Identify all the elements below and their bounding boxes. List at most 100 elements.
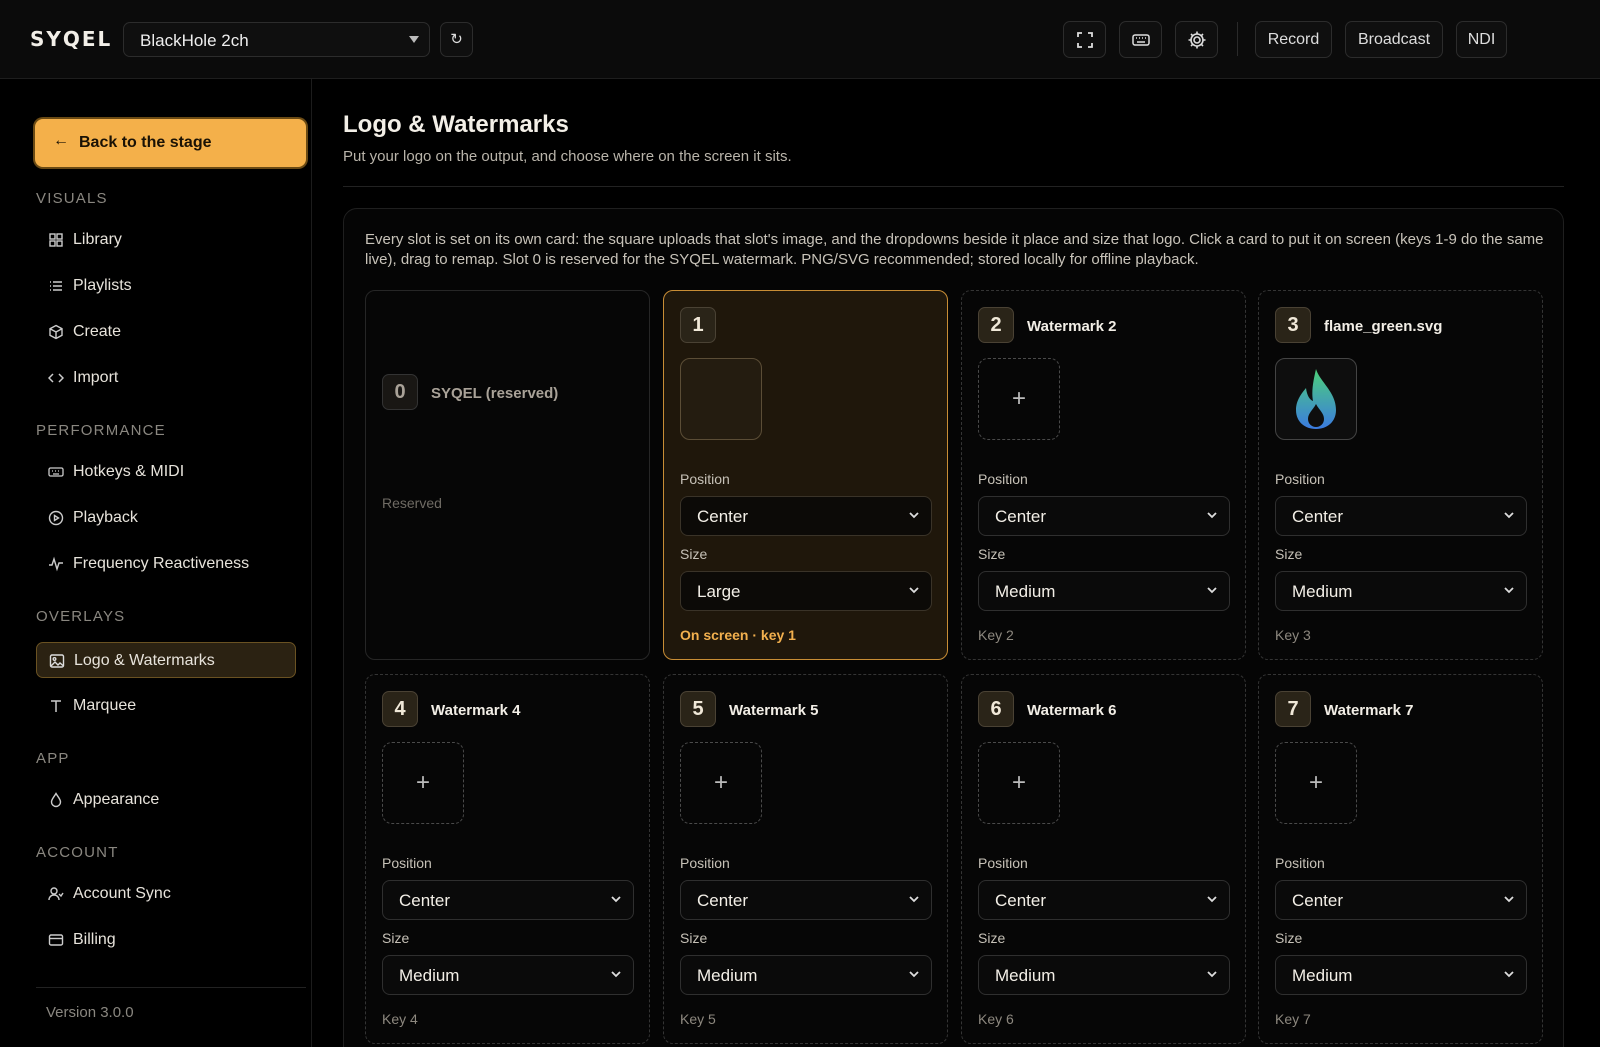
size-select[interactable]: Medium — [382, 955, 634, 995]
position-select[interactable]: Center — [1275, 880, 1527, 920]
cube-icon — [49, 324, 63, 340]
size-select[interactable]: Medium — [978, 955, 1230, 995]
sidebar-item-label: Create — [73, 323, 122, 340]
key-status: Key 6 — [978, 1011, 1014, 1027]
ndi-button[interactable]: NDI — [1456, 21, 1507, 58]
slot-name: SYQEL (reserved) — [431, 385, 559, 402]
section-visuals: VISUALS — [36, 190, 108, 207]
page-title: Logo & Watermarks — [343, 111, 569, 138]
position-value: Center — [995, 891, 1047, 910]
position-select[interactable]: Center — [382, 880, 634, 920]
position-select[interactable]: Center — [680, 496, 932, 536]
slot-name: Watermark 7 — [1324, 702, 1414, 719]
sidebar-item-label: Appearance — [73, 791, 160, 808]
size-select[interactable]: Medium — [1275, 571, 1527, 611]
settings-button[interactable] — [1175, 21, 1218, 58]
key-status: On screen · key 1 — [680, 627, 796, 643]
size-select[interactable]: Medium — [978, 571, 1230, 611]
keyboard-icon — [1131, 33, 1150, 46]
broadcast-button[interactable]: Broadcast — [1345, 21, 1443, 58]
key-status: Key 4 — [382, 1011, 418, 1027]
keyboard-icon — [48, 467, 64, 477]
sidebar-item-hotkeys[interactable]: Hotkeys & MIDI — [36, 454, 296, 490]
sidebar-item-label: Library — [73, 231, 122, 248]
sidebar-divider — [36, 987, 306, 988]
size-label: Size — [382, 930, 410, 946]
sidebar-item-account-sync[interactable]: Account Sync — [36, 876, 296, 912]
chevron-down-icon — [1504, 587, 1514, 594]
position-label: Position — [680, 855, 730, 871]
sidebar-item-marquee[interactable]: Marquee — [36, 688, 296, 724]
chevron-down-icon — [1504, 896, 1514, 903]
sidebar-item-label: Logo & Watermarks — [74, 652, 215, 669]
position-select[interactable]: Center — [978, 880, 1230, 920]
top-bar: SYQEL BlackHole 2ch ↻ Record Broadcast N… — [0, 0, 1600, 79]
chevron-down-icon — [1207, 587, 1217, 594]
chevron-down-icon — [909, 896, 919, 903]
position-label: Position — [1275, 855, 1325, 871]
watermark-card-5[interactable]: 5 Watermark 5 + Position Center Size Med… — [663, 674, 948, 1044]
image-upload-slot[interactable]: + — [1275, 742, 1357, 824]
watermark-card-3[interactable]: 3 flame_green.svg Position Center Size M… — [1258, 290, 1543, 660]
version-label: Version 3.0.0 — [46, 1004, 134, 1021]
sidebar-item-label: Hotkeys & MIDI — [73, 463, 185, 480]
audio-device-select[interactable]: BlackHole 2ch — [123, 22, 430, 57]
sidebar-item-import[interactable]: Import — [36, 360, 296, 396]
slot-name: Watermark 4 — [431, 702, 521, 719]
slot-name: flame_green.svg — [1324, 318, 1443, 335]
sidebar-item-label: Frequency Reactiveness — [73, 555, 250, 572]
position-label: Position — [978, 855, 1028, 871]
fullscreen-button[interactable] — [1063, 21, 1106, 58]
refresh-button[interactable]: ↻ — [440, 22, 473, 57]
watermark-card-7[interactable]: 7 Watermark 7 + Position Center Size Med… — [1258, 674, 1543, 1044]
watermark-card-6[interactable]: 6 Watermark 6 + Position Center Size Med… — [961, 674, 1246, 1044]
code-icon — [48, 373, 64, 383]
size-select[interactable]: Medium — [1275, 955, 1527, 995]
slot-number-badge: 0 — [382, 374, 418, 410]
size-value: Medium — [1292, 582, 1353, 601]
sidebar-item-create[interactable]: Create — [36, 314, 296, 350]
pulse-icon — [49, 556, 63, 572]
back-to-stage-button[interactable]: ← Back to the stage — [35, 119, 306, 167]
position-select[interactable]: Center — [680, 880, 932, 920]
size-label: Size — [680, 546, 708, 562]
sidebar-item-playback[interactable]: Playback — [36, 500, 296, 536]
section-overlays: OVERLAYS — [36, 608, 126, 625]
image-icon — [49, 654, 65, 668]
position-select[interactable]: Center — [978, 496, 1230, 536]
list-icon — [50, 281, 62, 291]
sidebar-item-playlists[interactable]: Playlists — [36, 268, 296, 304]
header-divider — [343, 186, 1564, 187]
image-upload-slot[interactable] — [680, 358, 762, 440]
sidebar-item-frequency[interactable]: Frequency Reactiveness — [36, 546, 296, 582]
sidebar-item-label: Marquee — [73, 697, 137, 714]
slot-number-badge: 2 — [978, 307, 1014, 343]
size-select[interactable]: Medium — [680, 955, 932, 995]
chevron-down-icon — [1504, 971, 1514, 978]
audio-device-value: BlackHole 2ch — [140, 31, 249, 50]
image-upload-slot[interactable]: + — [978, 358, 1060, 440]
sidebar-item-logo-watermarks[interactable]: Logo & Watermarks — [36, 642, 296, 678]
record-button[interactable]: Record — [1255, 21, 1332, 58]
position-value: Center — [399, 891, 451, 910]
image-upload-slot[interactable]: + — [382, 742, 464, 824]
arrow-left-icon: ← — [53, 132, 69, 149]
position-value: Center — [1292, 891, 1344, 910]
image-upload-slot[interactable]: + — [978, 742, 1060, 824]
chevron-down-icon — [909, 512, 919, 519]
image-upload-slot[interactable]: + — [680, 742, 762, 824]
sidebar-item-library[interactable]: Library — [36, 222, 296, 258]
position-select[interactable]: Center — [1275, 496, 1527, 536]
watermark-card-4[interactable]: 4 Watermark 4 + Position Center Size Med… — [365, 674, 650, 1044]
image-upload-slot[interactable] — [1275, 358, 1357, 440]
keyboard-button[interactable] — [1119, 21, 1162, 58]
watermark-card-0: 0 SYQEL (reserved) Reserved — [365, 290, 650, 660]
size-select[interactable]: Large — [680, 571, 932, 611]
watermark-card-1[interactable]: 1 Position Center Size Large On screen ·… — [663, 290, 948, 660]
size-label: Size — [978, 930, 1006, 946]
sidebar-item-appearance[interactable]: Appearance — [36, 782, 296, 818]
size-value: Medium — [697, 966, 758, 985]
watermark-card-2[interactable]: 2 Watermark 2 + Position Center Size Med… — [961, 290, 1246, 660]
size-label: Size — [1275, 930, 1303, 946]
sidebar-item-billing[interactable]: Billing — [36, 922, 296, 958]
